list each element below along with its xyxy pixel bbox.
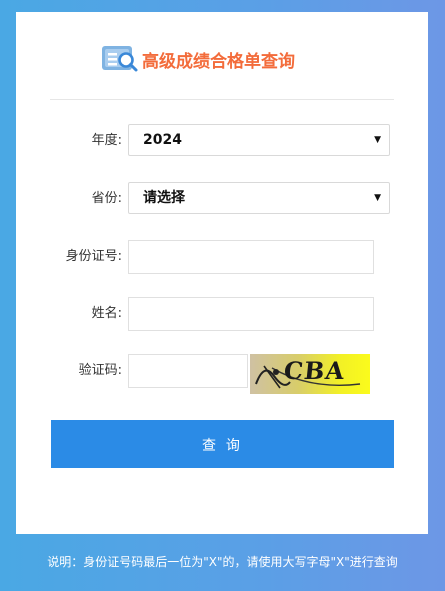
search-document-icon	[100, 43, 140, 75]
id-number-label: 身份证号:	[65, 249, 122, 264]
captcha-image[interactable]: CBA	[250, 354, 370, 394]
captcha-label: 验证码:	[78, 363, 122, 378]
year-row: 年度: 2024 ▼	[16, 124, 428, 158]
submit-query-button[interactable]: 查 询	[51, 420, 394, 468]
year-select[interactable]: 2024 ▼	[128, 124, 390, 156]
footer-note: 说明：身份证号码最后一位为"X"的，请使用大写字母"X"进行查询	[47, 555, 398, 569]
page-header: 高级成绩合格单查询	[100, 42, 295, 76]
id-number-input[interactable]	[128, 240, 374, 274]
id-row: 身份证号:	[16, 240, 428, 274]
province-label: 省份:	[91, 191, 122, 206]
caret-down-icon: ▼	[374, 135, 381, 145]
captcha-row: 验证码: CBA	[16, 354, 428, 394]
captcha-input[interactable]	[128, 354, 248, 388]
query-card: 高级成绩合格单查询 年度: 2024 ▼ 省份: 请选择 ▼ 身份证号: 姓名:…	[16, 12, 428, 534]
province-select[interactable]: 请选择 ▼	[128, 182, 390, 214]
page-title: 高级成绩合格单查询	[142, 51, 295, 72]
year-select-value: 2024	[143, 132, 182, 148]
name-input[interactable]	[128, 297, 374, 331]
name-label: 姓名:	[91, 306, 122, 321]
header-divider	[50, 99, 394, 100]
captcha-text: CBA	[282, 356, 347, 385]
province-row: 省份: 请选择 ▼	[16, 182, 428, 216]
province-select-value: 请选择	[143, 190, 185, 206]
year-label: 年度:	[91, 133, 122, 148]
name-row: 姓名:	[16, 297, 428, 331]
caret-down-icon: ▼	[374, 193, 381, 203]
